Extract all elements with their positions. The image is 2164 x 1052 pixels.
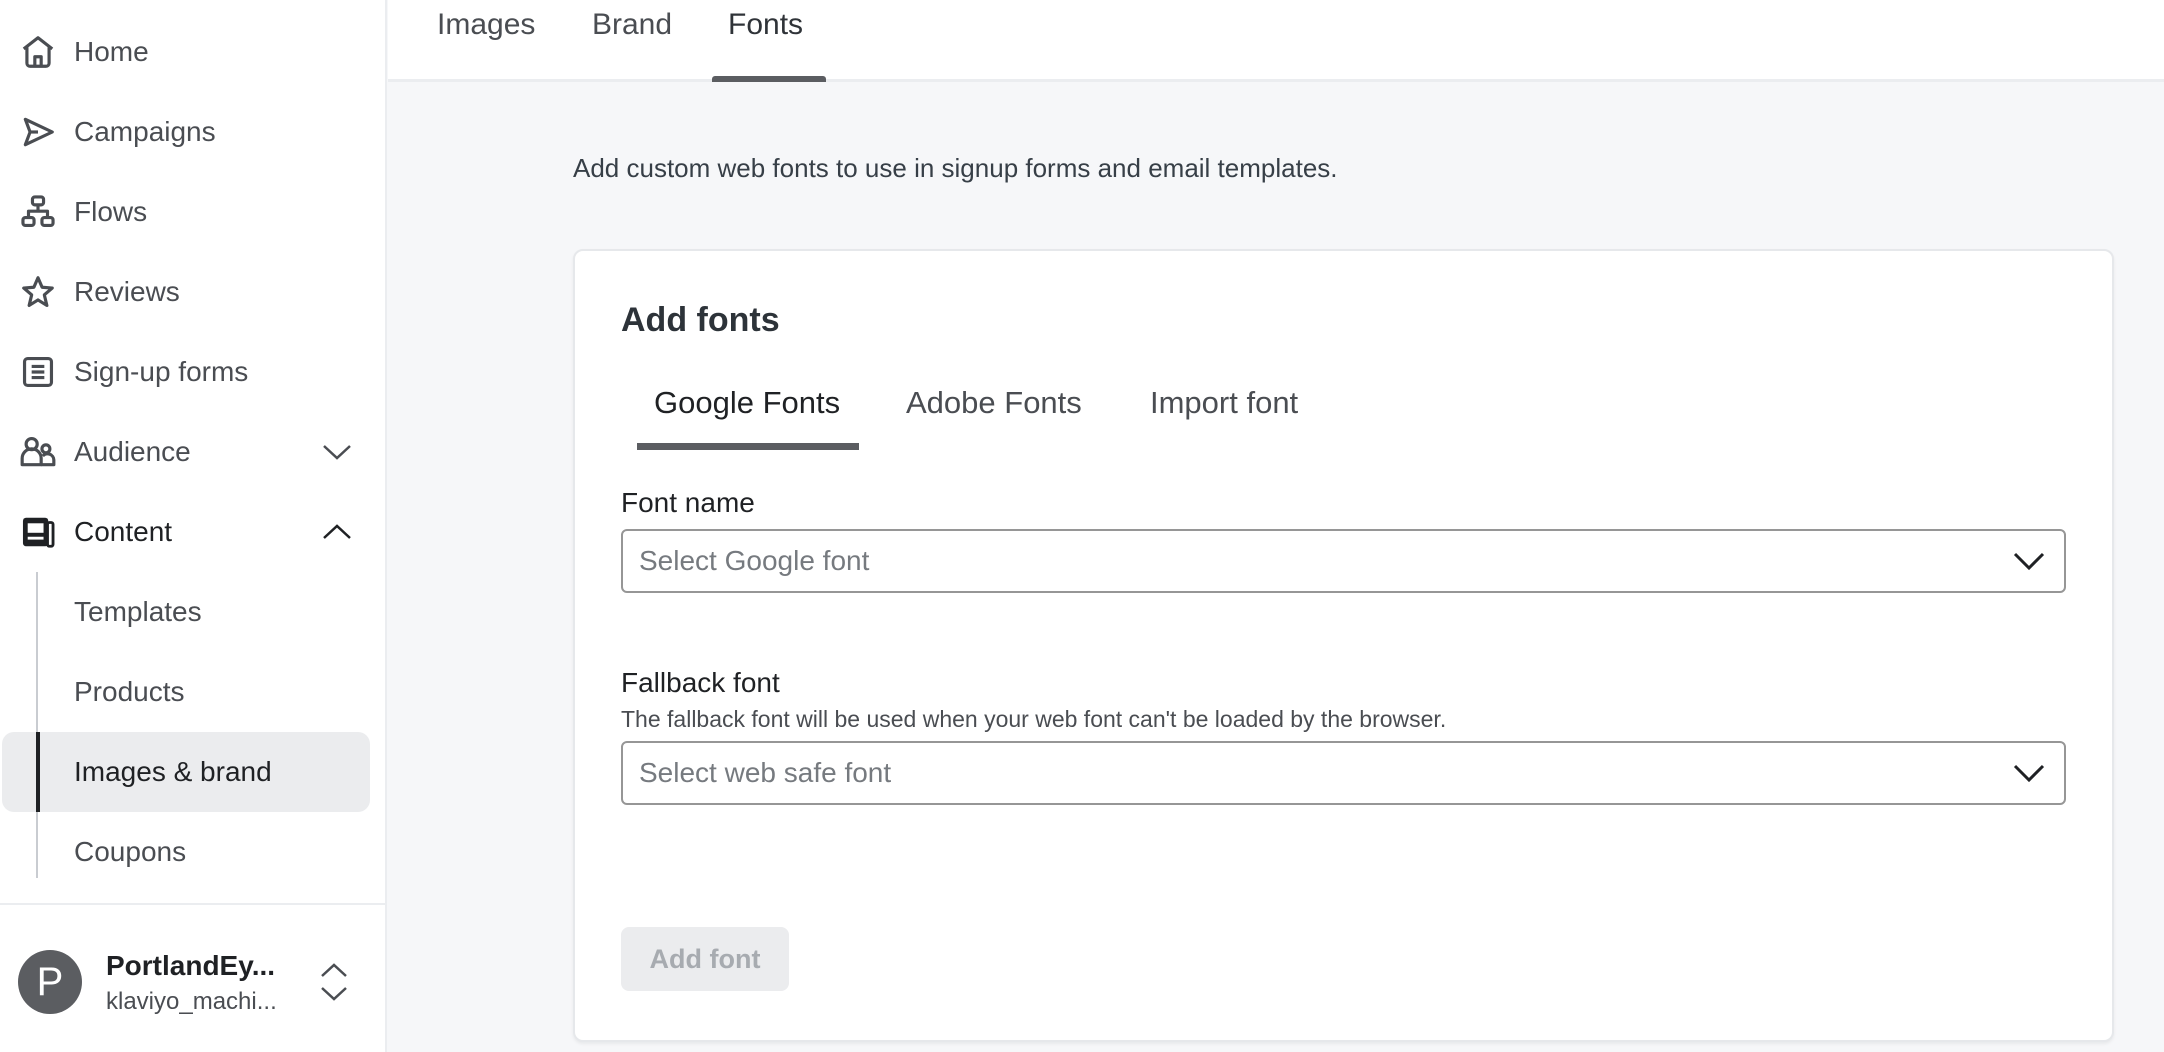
avatar: P <box>18 950 82 1014</box>
sidebar-item-label: Flows <box>74 196 148 227</box>
sidebar-item-label: Reviews <box>74 276 180 307</box>
sidebar-subitem-templates[interactable]: Templates <box>2 572 370 652</box>
sidebar-item-signup-forms[interactable]: Sign-up forms <box>0 332 370 412</box>
sidebar-subitem-coupons[interactable]: Coupons <box>2 812 370 892</box>
tab-import-font[interactable]: Import font <box>1150 385 1298 421</box>
sidebar-subitem-label: Templates <box>74 596 202 627</box>
card-title: Add fonts <box>621 301 780 339</box>
star-icon <box>18 272 58 312</box>
tab-fonts[interactable]: Fonts <box>728 8 803 42</box>
sidebar-subitem-label: Coupons <box>74 836 187 867</box>
sidebar-item-label: Campaigns <box>74 116 216 147</box>
sidebar-item-label: Audience <box>74 436 191 467</box>
sidebar-subitem-images-brand[interactable]: Images & brand <box>2 732 370 812</box>
sidebar-item-label: Home <box>74 36 149 67</box>
tab-adobe-fonts[interactable]: Adobe Fonts <box>906 385 1082 421</box>
sidebar-item-audience[interactable]: Audience <box>0 412 370 492</box>
fallback-font-helper: The fallback font will be used when your… <box>621 706 1447 732</box>
fallback-font-label: Fallback font <box>621 667 780 698</box>
content-tabs-bar: Images Brand Fonts <box>388 0 2164 82</box>
form-icon <box>18 352 58 392</box>
sidebar: Home Campaigns Flows Reviews Sign-up for… <box>0 0 387 1052</box>
sidebar-item-content[interactable]: Content <box>0 492 370 572</box>
sidebar-subitem-products[interactable]: Products <box>2 652 370 732</box>
sidebar-item-home[interactable]: Home <box>0 12 370 92</box>
tab-brand[interactable]: Brand <box>592 8 672 42</box>
tab-images[interactable]: Images <box>437 8 535 42</box>
font-name-placeholder: Select Google font <box>639 545 870 576</box>
page-description: Add custom web fonts to use in signup fo… <box>573 153 1338 183</box>
sidebar-item-label: Content <box>74 516 173 547</box>
chevron-down-icon[interactable] <box>318 433 356 471</box>
account-switcher[interactable]: P PortlandEy... klaviyo_machi... <box>0 930 385 1040</box>
flow-icon <box>18 192 58 232</box>
sidebar-item-reviews[interactable]: Reviews <box>0 252 370 332</box>
tab-google-fonts[interactable]: Google Fonts <box>654 385 840 421</box>
audience-icon <box>18 432 58 472</box>
chevron-down-icon <box>2012 759 2046 787</box>
font-name-select[interactable]: Select Google font <box>621 529 2066 593</box>
sidebar-divider <box>0 903 385 905</box>
account-name: PortlandEy... <box>106 950 276 981</box>
chevron-up-down-icon[interactable] <box>316 960 352 1004</box>
sidebar-subitem-label: Images & brand <box>74 756 272 787</box>
home-icon <box>18 32 58 72</box>
account-username: klaviyo_machi... <box>106 988 277 1015</box>
active-tab-indicator <box>637 443 859 450</box>
sidebar-subitem-label: Products <box>74 676 185 707</box>
sidebar-item-label: Sign-up forms <box>74 356 249 387</box>
add-font-button[interactable]: Add font <box>621 927 789 991</box>
content-icon <box>18 512 58 552</box>
fallback-font-select[interactable]: Select web safe font <box>621 741 2066 805</box>
add-fonts-card: Add fonts Google Fonts Adobe Fonts Impor… <box>573 249 2114 1042</box>
sidebar-item-flows[interactable]: Flows <box>0 172 370 252</box>
font-name-label: Font name <box>621 487 755 518</box>
chevron-up-icon[interactable] <box>318 513 356 551</box>
fallback-font-placeholder: Select web safe font <box>639 757 892 788</box>
chevron-down-icon <box>2012 547 2046 575</box>
sidebar-item-campaigns[interactable]: Campaigns <box>0 92 370 172</box>
send-icon <box>18 112 58 152</box>
active-tab-indicator <box>712 76 826 82</box>
